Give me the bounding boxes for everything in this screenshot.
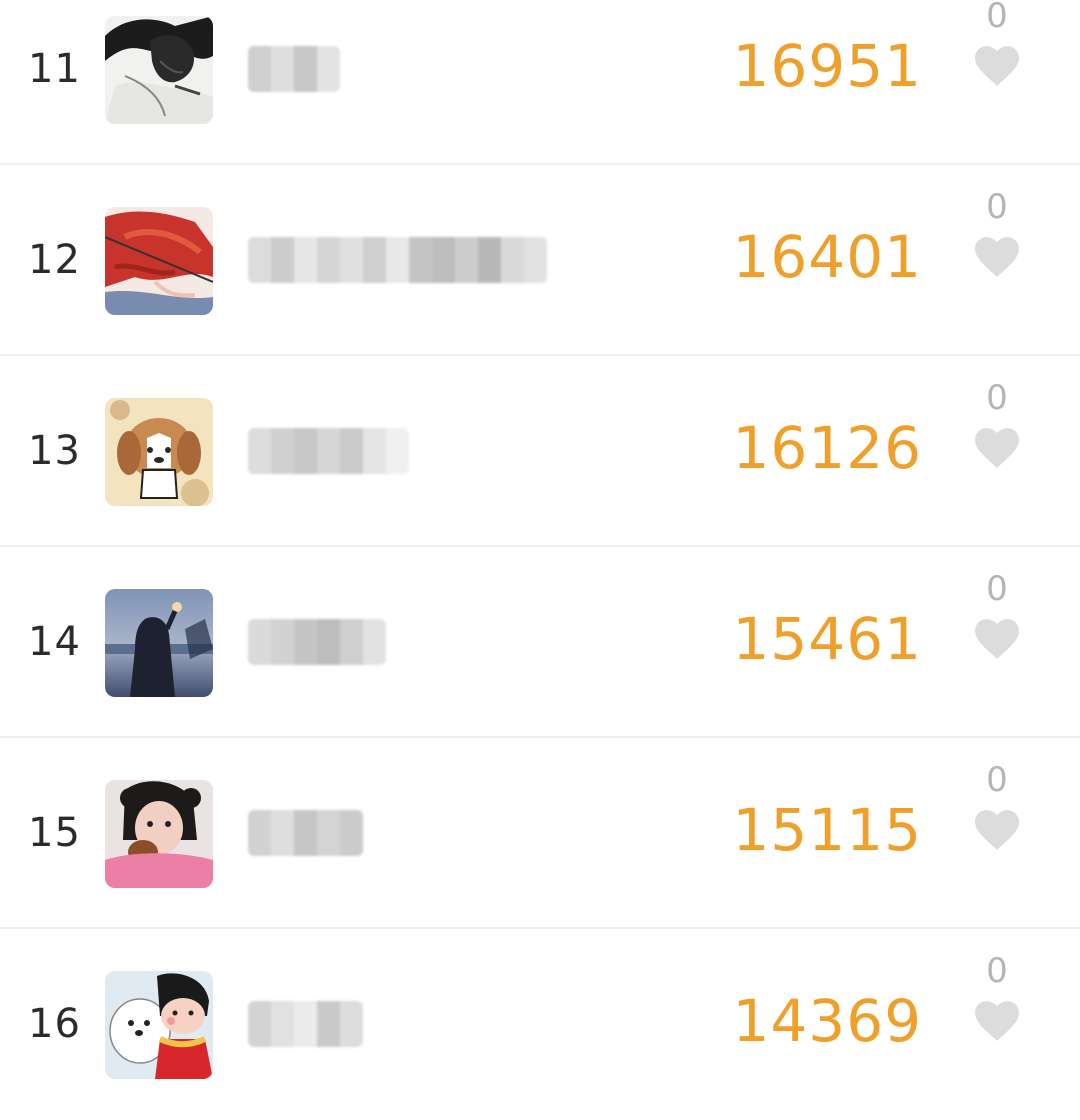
leaderboard-list: 11 16951 0 12 16401 0 13 16126 0 14 1546…	[0, 0, 1080, 1080]
like-count: 0	[986, 378, 1008, 418]
avatar[interactable]	[105, 207, 213, 315]
score-value: 15115	[732, 796, 922, 864]
rank-number: 11	[28, 46, 81, 92]
username-blurred	[248, 619, 386, 665]
leaderboard-row[interactable]: 12 16401 0	[0, 165, 1080, 356]
username-blurred	[248, 428, 409, 474]
like-count: 0	[986, 951, 1008, 991]
avatar[interactable]	[105, 16, 213, 124]
rank-number: 13	[28, 428, 81, 474]
username-blurred	[248, 237, 547, 283]
rank-number: 14	[28, 619, 81, 665]
like-count: 0	[986, 187, 1008, 227]
rank-number: 15	[28, 810, 81, 856]
leaderboard-row[interactable]: 16 14369 0	[0, 929, 1080, 1120]
heart-icon[interactable]	[971, 615, 1023, 661]
score-value: 16126	[732, 414, 922, 482]
heart-icon[interactable]	[971, 997, 1023, 1043]
like-group: 0	[970, 187, 1024, 279]
heart-icon[interactable]	[971, 42, 1023, 88]
username-blurred	[248, 1001, 363, 1047]
rank-number: 16	[28, 1001, 81, 1047]
rank-number: 12	[28, 237, 81, 283]
like-group: 0	[970, 378, 1024, 470]
avatar[interactable]	[105, 398, 213, 506]
like-count: 0	[986, 760, 1008, 800]
like-count: 0	[986, 569, 1008, 609]
score-value: 15461	[732, 605, 922, 673]
leaderboard-row[interactable]: 11 16951 0	[0, 0, 1080, 165]
like-group: 0	[970, 0, 1024, 88]
like-group: 0	[970, 951, 1024, 1043]
username-blurred	[248, 46, 340, 92]
like-count: 0	[986, 0, 1008, 36]
heart-icon[interactable]	[971, 424, 1023, 470]
username-blurred	[248, 810, 363, 856]
leaderboard-row[interactable]: 14 15461 0	[0, 547, 1080, 738]
leaderboard-row[interactable]: 13 16126 0	[0, 356, 1080, 547]
score-value: 16401	[732, 223, 922, 291]
leaderboard-row[interactable]: 15 15115 0	[0, 738, 1080, 929]
avatar[interactable]	[105, 971, 213, 1079]
heart-icon[interactable]	[971, 806, 1023, 852]
score-value: 16951	[732, 32, 922, 100]
like-group: 0	[970, 569, 1024, 661]
like-group: 0	[970, 760, 1024, 852]
heart-icon[interactable]	[971, 233, 1023, 279]
avatar[interactable]	[105, 589, 213, 697]
score-value: 14369	[732, 987, 922, 1055]
avatar[interactable]	[105, 780, 213, 888]
